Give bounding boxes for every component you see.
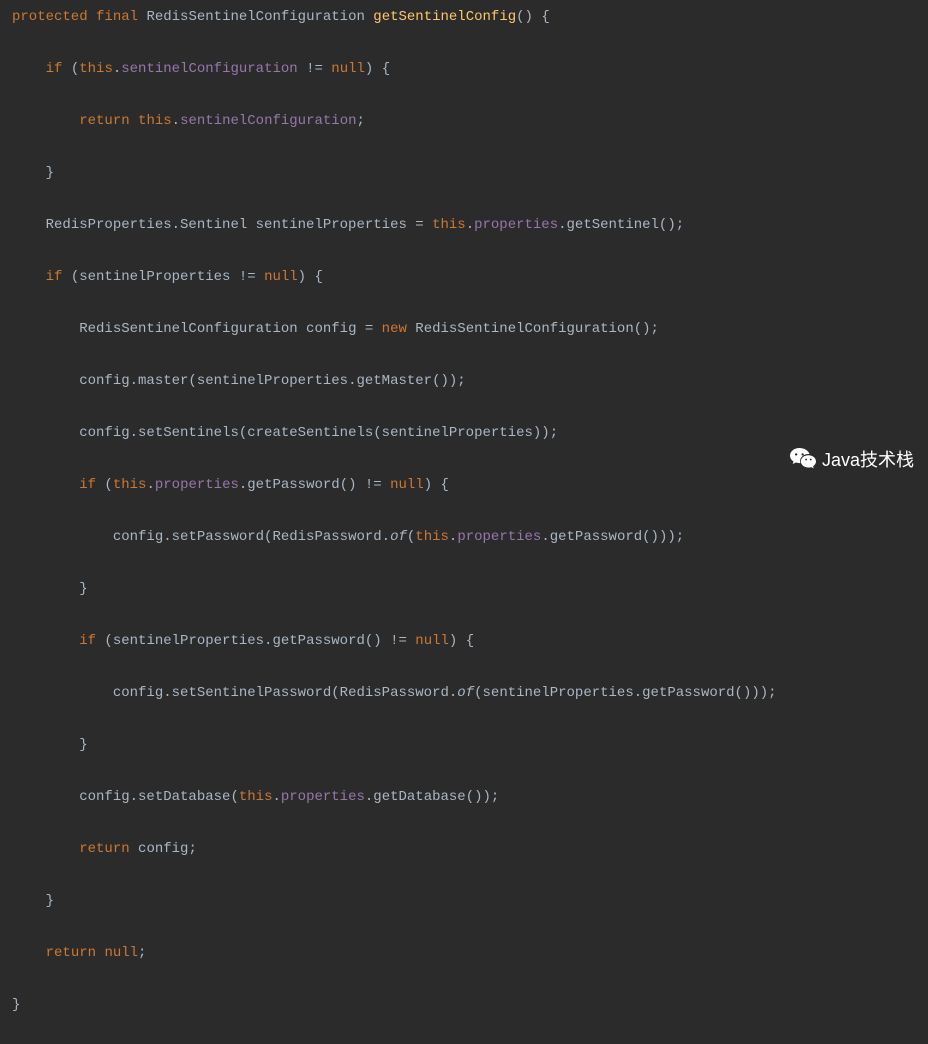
method-name: getSentinelConfig: [373, 9, 516, 25]
code-line: }: [0, 576, 928, 602]
code-line: }: [0, 888, 928, 914]
code-line: RedisProperties.Sentinel sentinelPropert…: [0, 212, 928, 238]
code-line: if (this.properties.getPassword() != nul…: [0, 472, 928, 498]
code-line: }: [0, 732, 928, 758]
watermark: Java技术栈: [790, 448, 914, 472]
wechat-icon: [790, 448, 816, 472]
code-line: return null;: [0, 940, 928, 966]
code-line: return config;: [0, 836, 928, 862]
code-block: protected final RedisSentinelConfigurati…: [0, 0, 928, 1044]
watermark-text: Java技术栈: [822, 451, 914, 469]
code-line: if (this.sentinelConfiguration != null) …: [0, 56, 928, 82]
code-line: config.setDatabase(this.properties.getDa…: [0, 784, 928, 810]
code-line: protected final RedisSentinelConfigurati…: [0, 4, 928, 30]
code-line: config.setSentinels(createSentinels(sent…: [0, 420, 928, 446]
code-line: config.setSentinelPassword(RedisPassword…: [0, 680, 928, 706]
code-line: config.master(sentinelProperties.getMast…: [0, 368, 928, 394]
code-line: RedisSentinelConfiguration config = new …: [0, 316, 928, 342]
code-line: config.setPassword(RedisPassword.of(this…: [0, 524, 928, 550]
code-line: return this.sentinelConfiguration;: [0, 108, 928, 134]
code-line: }: [0, 992, 928, 1018]
code-line: if (sentinelProperties.getPassword() != …: [0, 628, 928, 654]
code-line: if (sentinelProperties != null) {: [0, 264, 928, 290]
code-line: }: [0, 160, 928, 186]
